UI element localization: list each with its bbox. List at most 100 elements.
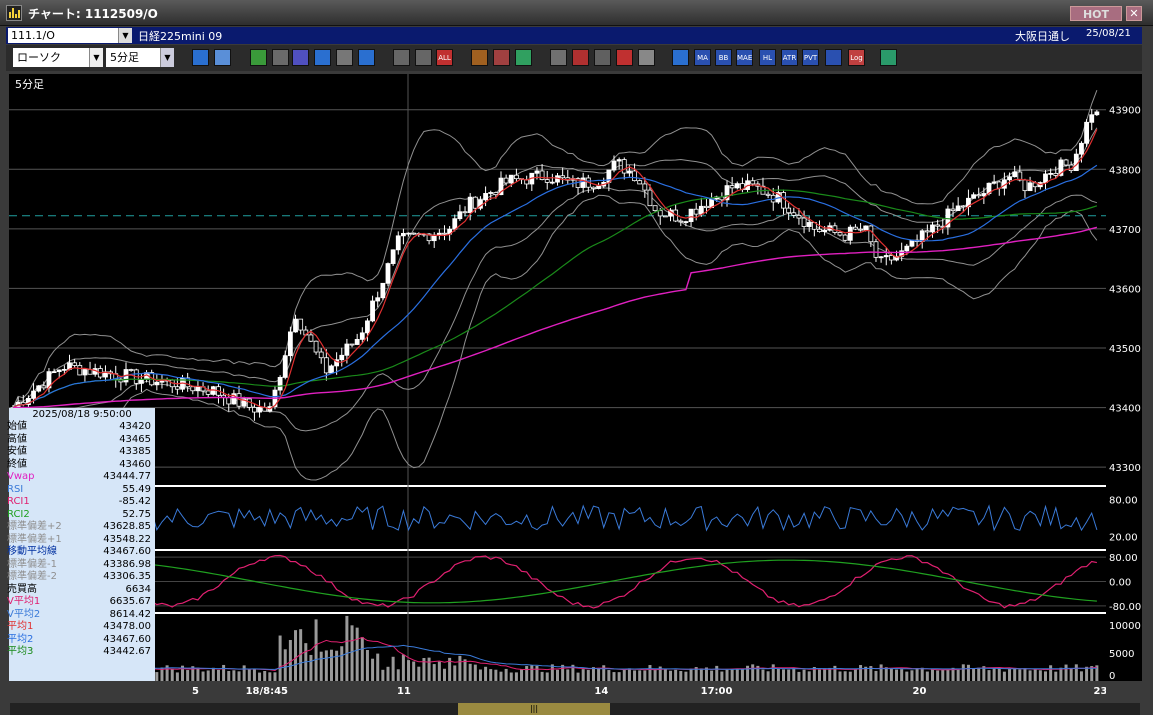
pvt-icon[interactable]: PVT (802, 49, 819, 66)
cloud-icon[interactable] (672, 49, 689, 66)
exit-icon[interactable] (880, 49, 897, 66)
candle-body (154, 381, 160, 386)
brush-icon[interactable] (493, 49, 510, 66)
pen-icon[interactable] (272, 49, 289, 66)
chart-area[interactable]: 5分足 (9, 74, 1106, 681)
candle-body (935, 224, 941, 227)
all-icon[interactable]: ALL (436, 49, 453, 66)
bb-icon[interactable]: BB (715, 49, 732, 66)
volume-bar (437, 661, 441, 681)
marker-left-icon[interactable] (393, 49, 410, 66)
chevron-down-icon[interactable]: ▼ (118, 28, 132, 43)
time-tick-label: 11 (397, 686, 411, 697)
candle-body (1079, 142, 1084, 155)
square-icon[interactable] (825, 49, 842, 66)
zoom-icon[interactable] (192, 49, 209, 66)
info-value: 43460 (119, 458, 151, 470)
info-label: 売買高 (7, 583, 37, 595)
info-value: 43420 (119, 421, 151, 432)
volume-bar (653, 669, 657, 681)
blank-icon[interactable] (638, 49, 655, 66)
volume-bar (612, 672, 616, 681)
bars-icon[interactable] (594, 49, 611, 66)
time-tick-label: 18/8:45 (246, 686, 288, 697)
info-row: 標準偏差-2 43306.35 (7, 571, 155, 584)
candle-body (632, 170, 637, 182)
price-tick-label: 43700 (1109, 225, 1141, 236)
candle-body (436, 232, 442, 236)
price-tick-label: 43600 (1109, 284, 1141, 295)
volume-bar (987, 670, 991, 681)
candle-body (36, 385, 42, 392)
volume-bar (843, 671, 847, 681)
price-tick-label: 43800 (1109, 165, 1141, 176)
atr-icon[interactable]: ATR (781, 49, 798, 66)
volume-bar (710, 670, 714, 681)
log-icon[interactable]: Log (848, 49, 865, 66)
chevron-down-icon[interactable]: ▼ (89, 48, 103, 67)
candle-body (919, 230, 925, 242)
mae-icon[interactable]: MAE (736, 49, 753, 66)
candle-body (493, 192, 499, 196)
candle-body (642, 183, 648, 191)
volume-bar (895, 669, 899, 681)
symbol-select[interactable]: 111.1/O ▼ (8, 28, 132, 43)
volume-bar (463, 659, 467, 681)
candle-body (621, 159, 627, 174)
volume-bar (396, 669, 400, 681)
close-button[interactable]: ✕ (1126, 6, 1142, 21)
undo-icon[interactable] (314, 49, 331, 66)
info-row: RSI 55.49 (7, 484, 155, 497)
price-tick-label: 43500 (1109, 344, 1141, 355)
info-label: 高値 (7, 433, 27, 445)
palette-icon[interactable] (515, 49, 532, 66)
time-tick-label: 20 (913, 686, 927, 697)
compare-icon[interactable] (616, 49, 633, 66)
pointer-icon[interactable] (292, 49, 309, 66)
hot-button[interactable]: HOT (1070, 6, 1122, 21)
candle-body (883, 255, 889, 258)
rsi-tick-label: 20.00 (1109, 533, 1138, 544)
candle-body (375, 297, 381, 302)
hl-icon[interactable]: HL (759, 49, 776, 66)
candle-body (652, 205, 658, 212)
candle-body (837, 232, 843, 236)
title-bar[interactable] (0, 0, 1153, 26)
chart-type-select[interactable]: ローソク ▼ (13, 48, 103, 67)
info-row: V平均2 8614.42 (7, 609, 155, 622)
time-tick-label: 23 (1094, 686, 1106, 697)
ma-icon[interactable]: MA (694, 49, 711, 66)
volume-bar (360, 637, 364, 681)
candle-body (400, 232, 406, 237)
price-chart[interactable]: 5分足 (9, 74, 1106, 681)
settings-icon[interactable] (471, 49, 488, 66)
volume-bar (1069, 668, 1073, 681)
volume-bar (946, 669, 950, 681)
volume-bar (1079, 671, 1083, 681)
candle-body (252, 407, 257, 413)
timeframe-select[interactable]: 5分足 ▼ (106, 48, 174, 67)
note-icon[interactable] (336, 49, 353, 66)
search-icon[interactable] (572, 49, 589, 66)
candle-body (483, 193, 488, 201)
volume-bar (956, 669, 960, 681)
volume-bar (412, 661, 416, 681)
volume-bar (725, 669, 729, 681)
trash-icon[interactable] (358, 49, 375, 66)
candle-body (329, 365, 334, 374)
download-icon[interactable] (550, 49, 567, 66)
window-icon[interactable] (214, 49, 231, 66)
chevron-down-icon[interactable]: ▼ (160, 48, 174, 67)
scrollbar-thumb[interactable]: ||| (458, 703, 610, 715)
candle-body (128, 369, 134, 371)
candle-body (904, 245, 910, 252)
volume-bar (766, 671, 770, 681)
info-label: 移動平均線 (7, 546, 57, 557)
candle-body (971, 194, 976, 199)
volume-bar (371, 658, 375, 681)
marker-right-icon[interactable] (415, 49, 432, 66)
volume-bar (268, 672, 272, 681)
info-label: 平均1 (7, 621, 34, 632)
candle-body (370, 300, 375, 322)
draw-line-icon[interactable] (250, 49, 267, 66)
